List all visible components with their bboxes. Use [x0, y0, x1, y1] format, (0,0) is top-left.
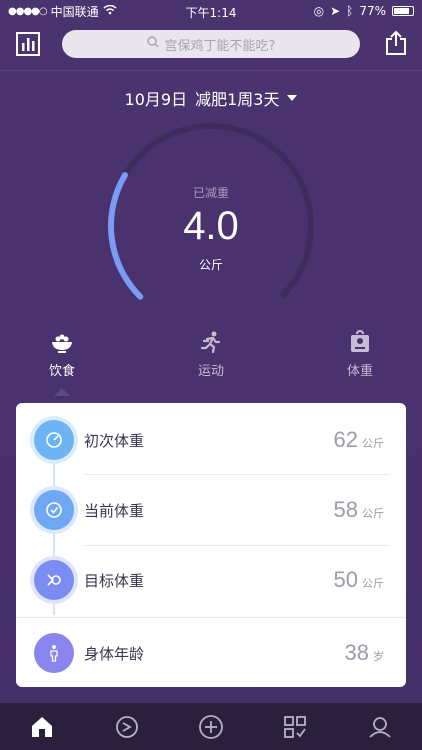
battery-icon	[392, 6, 414, 16]
tab-exercise-label: 运动	[197, 364, 224, 379]
initial-weight-unit: 公斤	[362, 438, 384, 450]
current-weight-value: 58 公斤	[334, 497, 384, 523]
status-bar: ●●●●○ 中国联通 下午1:14 ◎ ➤ ᛒ 77%	[0, 0, 422, 22]
gauge-icon	[34, 420, 74, 460]
search-placeholder: 宫保鸡丁能不能吃?	[164, 38, 276, 54]
ring-center: 已减重 4.0 公斤	[105, 120, 317, 332]
target-arrow-icon	[34, 560, 74, 600]
add-icon[interactable]	[197, 713, 225, 741]
status-time: 下午1:14	[185, 6, 237, 20]
top-bar: 宫保鸡丁能不能吃?	[0, 28, 422, 60]
tab-exercise[interactable]: 运动	[181, 330, 241, 379]
initial-weight-number: 62	[333, 427, 358, 452]
food-log-icon[interactable]	[113, 713, 141, 741]
runner-icon	[199, 330, 223, 354]
initial-weight-value: 62 公斤	[334, 427, 384, 453]
weight-lost-label: 已减重	[192, 186, 229, 200]
list-item-target-weight[interactable]: 目标体重 50 公斤	[16, 545, 406, 615]
body-age-number: 38	[344, 640, 369, 665]
target-weight-unit: 公斤	[362, 578, 384, 590]
tab-indicator	[54, 388, 70, 396]
current-weight-number: 58	[333, 497, 358, 522]
list-item-body-age[interactable]: 身体年龄 38 岁	[16, 618, 406, 688]
date-program-selector[interactable]: 10月9日 减肥1周3天	[0, 86, 422, 110]
list-item-initial-weight[interactable]: 初次体重 62 公斤	[16, 405, 406, 475]
weight-lost-unit: 公斤	[198, 258, 223, 272]
current-weight-label: 当前体重	[84, 501, 145, 520]
weight-lost-value: 4.0	[183, 204, 239, 248]
list-item-current-weight[interactable]: 当前体重 58 公斤	[16, 475, 406, 545]
weight-card: 初次体重 62 公斤 当前体重 58 公斤 目标体重 50 公斤 身体年龄 38 岁	[16, 403, 406, 687]
tab-diet[interactable]: 饮食	[32, 330, 92, 379]
category-tabs: 饮食 运动 体重	[0, 329, 422, 390]
bowl-icon	[50, 330, 74, 354]
home-icon[interactable]	[28, 713, 56, 741]
person-icon	[34, 633, 74, 673]
body-age-unit: 岁	[373, 651, 384, 663]
target-weight-value: 50 公斤	[334, 567, 384, 593]
bottom-nav	[0, 703, 422, 750]
check-icon	[34, 490, 74, 530]
current-date: 10月9日	[124, 90, 188, 109]
body-age-value: 38 岁	[345, 640, 384, 666]
share-icon[interactable]	[384, 30, 408, 56]
program-label: 减肥1周3天	[195, 90, 280, 109]
plan-grid-icon[interactable]	[281, 713, 309, 741]
body-age-label: 身体年龄	[84, 644, 145, 663]
tab-weight-label: 体重	[346, 364, 373, 379]
scale-icon	[348, 329, 372, 354]
target-weight-label: 目标体重	[84, 571, 145, 590]
search-icon	[146, 36, 159, 52]
initial-weight-label: 初次体重	[84, 431, 145, 450]
current-weight-unit: 公斤	[362, 508, 384, 520]
profile-icon[interactable]	[366, 713, 394, 741]
caret-down-icon	[287, 95, 298, 101]
header-divider	[0, 70, 422, 71]
search-input[interactable]: 宫保鸡丁能不能吃?	[62, 30, 360, 58]
tab-diet-label: 饮食	[48, 364, 75, 379]
tab-weight[interactable]: 体重	[330, 329, 390, 379]
target-weight-number: 50	[333, 567, 358, 592]
bar-chart-icon[interactable]	[16, 32, 40, 56]
